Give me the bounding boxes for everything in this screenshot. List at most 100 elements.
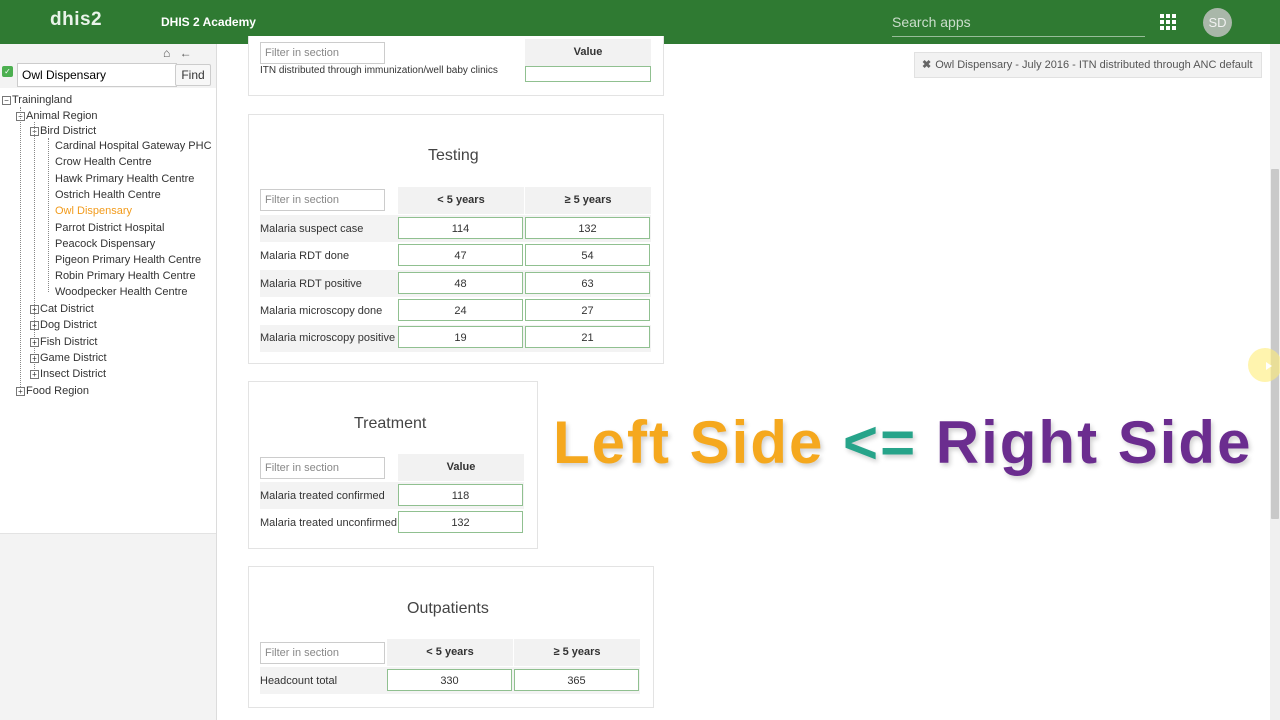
expand-icon[interactable]: + xyxy=(30,304,39,314)
mouse-cursor-icon xyxy=(1266,362,1272,370)
value-cell[interactable]: 132 xyxy=(398,511,523,533)
column-header-value: Value xyxy=(525,39,652,66)
value-cell[interactable] xyxy=(525,66,651,82)
tree-node-facility[interactable]: Pigeon Primary Health Centre xyxy=(55,254,201,266)
collapse-icon[interactable]: − xyxy=(30,126,39,136)
value-cell[interactable]: 27 xyxy=(525,299,650,321)
tree-label: Fish District xyxy=(40,336,98,348)
section-itn: Value ITN distributed through immunizati… xyxy=(248,36,664,96)
orgunit-find-row: ✓ Find xyxy=(0,63,216,87)
column-header: < 5 years xyxy=(387,639,514,666)
tree-node-district[interactable]: + Fish District xyxy=(30,336,97,348)
home-icon[interactable]: ⌂ xyxy=(163,46,170,60)
value-cell[interactable]: 330 xyxy=(387,669,512,691)
tree-node-facility[interactable]: Peacock Dispensary xyxy=(55,238,155,250)
tree-node-facility-selected[interactable]: Owl Dispensary xyxy=(55,205,132,217)
tree-node-district[interactable]: + Insect District xyxy=(30,368,106,380)
overlay-left-text: Left Side xyxy=(553,409,825,476)
value-cell[interactable]: 48 xyxy=(398,272,523,294)
cursor-highlight xyxy=(1248,348,1280,382)
tree-node-facility[interactable]: Ostrich Health Centre xyxy=(55,189,161,201)
tree-node-region[interactable]: + Food Region xyxy=(16,385,89,397)
section-outpatients: Outpatients < 5 years ≥ 5 years Headcoun… xyxy=(248,566,654,708)
column-header: ≥ 5 years xyxy=(525,187,652,214)
overlay-right-text: Right Side xyxy=(935,409,1253,476)
tree-label: Insect District xyxy=(40,368,107,380)
value-cell[interactable]: 118 xyxy=(398,484,523,506)
find-button[interactable]: Find xyxy=(175,64,211,86)
value-cell[interactable]: 54 xyxy=(525,244,650,266)
tree-node-facility[interactable]: Hawk Primary Health Centre xyxy=(55,173,194,185)
tree-label: Game District xyxy=(40,352,107,364)
orgunit-search-input[interactable] xyxy=(17,63,177,87)
row-label: Malaria treated unconfirmed xyxy=(260,517,397,529)
overlay-caption: Left Side <= Right Side xyxy=(553,408,1252,477)
tree-label: Food Region xyxy=(26,385,89,397)
expand-icon[interactable]: + xyxy=(30,320,39,330)
value-cell[interactable]: 114 xyxy=(398,217,523,239)
section-title: Treatment xyxy=(354,415,427,432)
expand-icon[interactable]: + xyxy=(16,386,25,396)
expand-icon[interactable]: + xyxy=(30,369,39,379)
value-cell[interactable]: 21 xyxy=(525,326,650,348)
row-label: Malaria RDT done xyxy=(260,250,350,262)
section-title: Outpatients xyxy=(407,600,489,617)
collapse-icon[interactable]: − xyxy=(16,111,25,121)
value-cell[interactable]: 24 xyxy=(398,299,523,321)
tree-node-root[interactable]: − Trainingland xyxy=(2,94,72,106)
apps-grid-icon[interactable] xyxy=(1160,14,1176,30)
history-tag-text: Owl Dispensary - July 2016 - ITN distrib… xyxy=(935,59,1253,71)
value-cell[interactable]: 19 xyxy=(398,326,523,348)
user-avatar[interactable]: SD xyxy=(1203,8,1232,37)
app-title: DHIS 2 Academy xyxy=(161,15,256,29)
column-header: < 5 years xyxy=(398,187,525,214)
scroll-thumb[interactable] xyxy=(1271,169,1279,519)
tree-label: Bird District xyxy=(40,125,97,137)
row-label: Malaria microscopy positive xyxy=(260,332,396,344)
tree-label: Cat District xyxy=(40,303,94,315)
value-cell[interactable]: 47 xyxy=(398,244,523,266)
tree-node-district[interactable]: − Bird District xyxy=(30,125,96,137)
tree-node-district[interactable]: + Game District xyxy=(30,352,107,364)
filter-in-section[interactable] xyxy=(260,42,385,64)
tree-label: Dog District xyxy=(40,319,97,331)
history-tag[interactable]: ✖ Owl Dispensary - July 2016 - ITN distri… xyxy=(914,52,1262,78)
tree-node-facility[interactable]: Parrot District Hospital xyxy=(55,222,164,234)
expand-icon[interactable]: + xyxy=(30,353,39,363)
expand-icon[interactable]: + xyxy=(30,337,39,347)
column-header-value: Value xyxy=(398,454,525,481)
tree-label: Animal Region xyxy=(26,110,98,122)
tree-label: Trainingland xyxy=(12,94,73,106)
search-apps[interactable] xyxy=(892,10,1145,37)
row-label: ITN distributed through immunization/wel… xyxy=(260,65,498,76)
tree-node-facility[interactable]: Cardinal Hospital Gateway PHC xyxy=(55,140,212,152)
search-status-icon: ✓ xyxy=(2,66,13,77)
tree-node-facility[interactable]: Crow Health Centre xyxy=(55,156,152,168)
tree-node-region[interactable]: − Animal Region xyxy=(16,110,98,122)
filter-in-section[interactable] xyxy=(260,457,385,479)
back-arrow-icon[interactable]: ← xyxy=(180,46,192,60)
filter-in-section[interactable] xyxy=(260,189,385,211)
row-label: Malaria microscopy done xyxy=(260,305,383,317)
value-cell[interactable]: 365 xyxy=(514,669,639,691)
row-label: Malaria suspect case xyxy=(260,223,364,235)
tree-node-district[interactable]: + Dog District xyxy=(30,319,97,331)
tree-node-facility[interactable]: Woodpecker Health Centre xyxy=(55,286,187,298)
section-title: Testing xyxy=(428,147,479,164)
row-label: Headcount total xyxy=(260,675,338,687)
tree-node-facility[interactable]: Robin Primary Health Centre xyxy=(55,270,196,282)
row-label: Malaria RDT positive xyxy=(260,278,362,290)
collapse-icon[interactable]: − xyxy=(2,95,11,105)
row-label: Malaria treated confirmed xyxy=(260,490,385,502)
overlay-operator: <= xyxy=(843,409,918,476)
orgunit-panel: ⌂ ← → ✓ Find −Trainingland −Animal Regio… xyxy=(0,44,217,720)
page-scrollbar[interactable] xyxy=(1270,44,1280,720)
dhis2-logo[interactable]: dhis2 xyxy=(50,9,102,31)
filter-in-section[interactable] xyxy=(260,642,385,664)
search-apps-input[interactable] xyxy=(892,10,1142,30)
close-icon[interactable]: ✖ xyxy=(922,59,931,71)
value-cell[interactable]: 63 xyxy=(525,272,650,294)
section-testing: Testing < 5 years ≥ 5 years Malaria susp… xyxy=(248,114,664,364)
tree-node-district[interactable]: + Cat District xyxy=(30,303,94,315)
value-cell[interactable]: 132 xyxy=(525,217,650,239)
